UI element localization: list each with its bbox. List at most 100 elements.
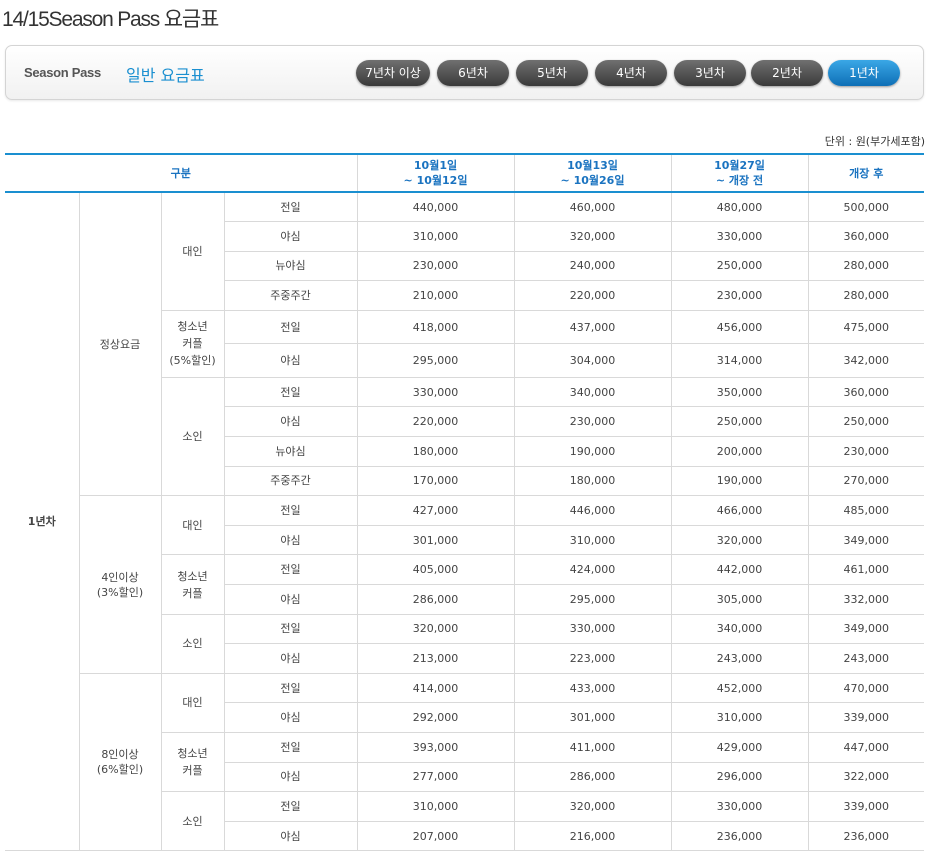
pass-type: 전일 [223, 791, 358, 822]
price-cell: 322,000 [807, 761, 924, 793]
price-cell: 424,000 [513, 554, 672, 586]
price-cell: 230,000 [807, 436, 924, 467]
price-cell: 295,000 [513, 584, 672, 615]
price-cell: 440,000 [356, 191, 515, 223]
fee-table-title: 일반 요금표 [126, 66, 205, 85]
pass-type: 야심 [224, 702, 358, 733]
price-cell: 350,000 [670, 376, 809, 408]
price-cell: 414,000 [356, 672, 515, 704]
price-cell: 243,000 [670, 643, 809, 674]
tab-year-0[interactable]: 7년차 이상 [356, 60, 430, 86]
price-cell: 320,000 [670, 524, 809, 556]
price-cell: 250,000 [807, 406, 924, 438]
price-cell: 236,000 [807, 820, 924, 852]
price-cell: 340,000 [670, 613, 809, 645]
page-title: 14/15Season Pass 요금표 [2, 8, 219, 31]
price-cell: 330,000 [670, 791, 809, 822]
price-cell: 349,000 [807, 524, 924, 556]
price-cell: 500,000 [807, 191, 924, 223]
price-cell: 304,000 [513, 343, 672, 378]
unit-note: 단위 : 원(부가세포함) [824, 135, 925, 148]
price-cell: 310,000 [356, 791, 515, 822]
price-cell: 230,000 [513, 406, 672, 438]
price-cell: 339,000 [807, 791, 924, 822]
price-cell: 442,000 [670, 554, 809, 586]
price-cell: 330,000 [513, 613, 672, 645]
pass-type: 주중주간 [224, 280, 358, 311]
price-cell: 332,000 [807, 584, 924, 615]
price-cell: 470,000 [807, 672, 924, 704]
season-pass-label: Season Pass [24, 65, 101, 80]
tab-bar: Season Pass 일반 요금표 7년차 이상 6년차 5년차 4년차 3년차 2년차… [5, 45, 924, 100]
pass-type: 야심 [224, 406, 358, 438]
price-cell: 216,000 [513, 820, 672, 852]
price-cell: 405,000 [356, 554, 515, 586]
price-cell: 360,000 [807, 376, 924, 408]
price-cell: 314,000 [670, 343, 809, 378]
price-cell: 236,000 [670, 820, 809, 852]
price-cell: 485,000 [807, 495, 924, 526]
header-period-2-start: 10월13일 [567, 159, 618, 172]
pass-type: 야심 [224, 761, 358, 793]
header-category: 구분 [5, 153, 358, 193]
pass-type: 야심 [224, 524, 358, 556]
price-cell: 339,000 [807, 702, 924, 733]
price-cell: 340,000 [513, 376, 672, 408]
tab-year-6[interactable]: 1년차 [828, 60, 900, 86]
tab-year-3[interactable]: 4년차 [595, 60, 667, 86]
pass-type: 전일 [223, 376, 358, 408]
price-cell: 411,000 [513, 732, 672, 763]
price-cell: 342,000 [807, 343, 924, 378]
price-cell: 320,000 [513, 791, 672, 822]
price-cell: 280,000 [807, 250, 924, 282]
price-cell: 446,000 [513, 495, 672, 526]
price-cell: 180,000 [356, 436, 515, 467]
price-cell: 418,000 [356, 309, 515, 345]
header-period-3-end: ~ 개장 전 [715, 174, 764, 187]
group-label: 정상요금 [78, 191, 162, 497]
price-cell: 230,000 [356, 250, 515, 282]
price-cell: 220,000 [356, 406, 515, 438]
price-cell: 277,000 [356, 761, 515, 793]
table-row: 4인이상 (3%할인) 대인 전일 427,000 446,000 466,000 485,… [5, 495, 924, 674]
price-cell: 296,000 [670, 761, 809, 793]
price-cell: 310,000 [513, 524, 672, 556]
price-cell: 447,000 [807, 732, 924, 763]
price-cell: 200,000 [670, 436, 809, 467]
tab-year-4[interactable]: 3년차 [674, 60, 746, 86]
price-cell: 286,000 [513, 761, 672, 793]
price-cell: 310,000 [670, 702, 809, 733]
price-cell: 461,000 [807, 554, 924, 586]
price-cell: 190,000 [513, 436, 672, 467]
price-cell: 213,000 [356, 643, 515, 674]
subgroup-label: 대인 [160, 495, 225, 556]
price-cell: 223,000 [513, 643, 672, 674]
pass-type: 야심 [224, 584, 358, 615]
price-cell: 360,000 [807, 221, 924, 252]
subgroup-label: 청소년 커플 (5%할인) [161, 309, 225, 378]
tab-year-2[interactable]: 5년차 [516, 60, 588, 86]
price-cell: 310,000 [356, 221, 515, 252]
year-label: 1년차 [5, 191, 80, 852]
group-label: 8인이상 (6%할인) [79, 672, 162, 852]
header-period-1: 10월1일 ~ 10월12일 [356, 153, 515, 193]
pass-type: 전일 [223, 554, 358, 586]
header-period-2-end: ~ 10월26일 [560, 174, 625, 187]
price-cell: 301,000 [513, 702, 672, 733]
pass-type: 주중주간 [224, 465, 358, 497]
subgroup-label: 소인 [161, 613, 225, 674]
pass-type: 전일 [223, 309, 358, 345]
pass-type: 뉴야심 [224, 436, 358, 467]
tab-year-1[interactable]: 6년차 [437, 60, 509, 86]
price-cell: 452,000 [670, 672, 809, 704]
table-row: 1년차 정상요금 대인 전일 440,000 460,000 480,000 500,000 [5, 191, 924, 852]
price-cell: 393,000 [356, 732, 515, 763]
price-cell: 170,000 [356, 465, 515, 497]
price-cell: 437,000 [513, 309, 672, 345]
price-cell: 243,000 [807, 643, 924, 674]
price-cell: 230,000 [670, 280, 809, 311]
tab-year-5[interactable]: 2년차 [751, 60, 823, 86]
price-cell: 250,000 [670, 406, 809, 438]
price-cell: 240,000 [513, 250, 672, 282]
price-cell: 429,000 [670, 732, 809, 763]
